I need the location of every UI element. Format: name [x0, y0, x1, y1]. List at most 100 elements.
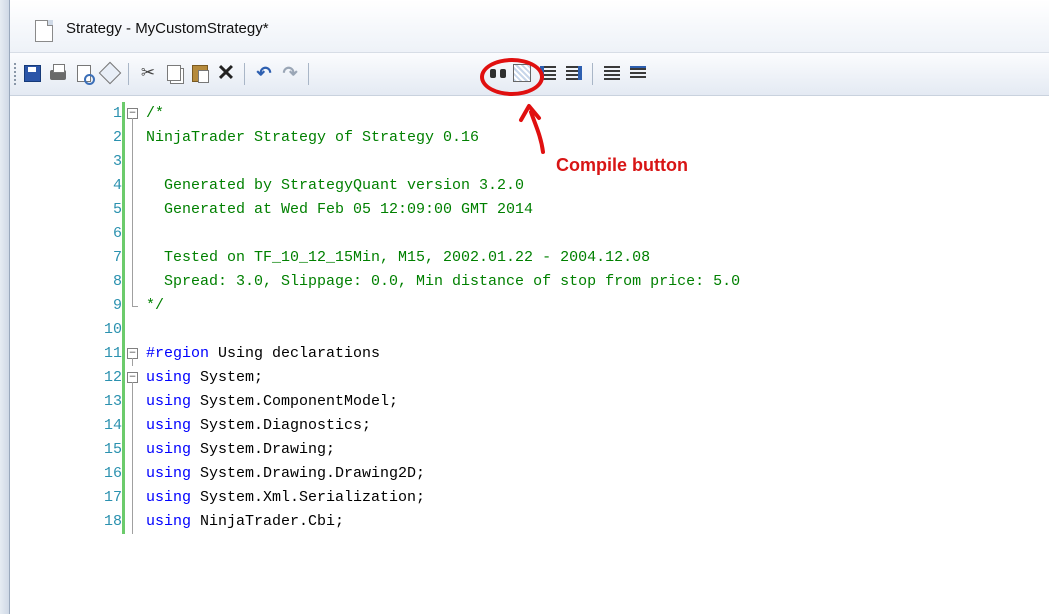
code-text: Generated by StrategyQuant version 3.2.0 — [146, 177, 525, 194]
code-line[interactable]: 13 using System.ComponentModel; — [10, 390, 1049, 414]
outline-line — [132, 246, 133, 270]
paste-icon — [192, 64, 209, 83]
code-text: Generated at Wed Feb 05 12:09:00 GMT 201… — [146, 201, 534, 218]
toolbar-separator — [128, 63, 129, 85]
toolbar-separator — [592, 63, 593, 85]
compile-button-annotation: Compile button — [556, 155, 688, 175]
properties-button[interactable] — [98, 61, 122, 85]
code-text: using System.Drawing; — [146, 438, 335, 462]
code-line[interactable]: 7 Tested on TF_10_12_15Min, M15, 2002.01… — [10, 246, 1049, 270]
outline-line — [132, 294, 133, 306]
code-token: System.Xml.Serialization; — [191, 489, 426, 506]
outline-margin: − — [126, 366, 140, 390]
change-indicator — [122, 414, 125, 438]
code-line[interactable]: 8 Spread: 3.0, Slippage: 0.0, Min distan… — [10, 270, 1049, 294]
comment-lines-button[interactable] — [602, 63, 622, 83]
outline-margin — [126, 486, 140, 510]
line-number: 10 — [103, 321, 122, 338]
outline-margin — [126, 414, 140, 438]
code-token: System.Diagnostics; — [191, 417, 372, 434]
undo-icon: ↶ — [256, 62, 272, 83]
paste-button[interactable] — [190, 63, 210, 83]
line-number: 2 — [112, 129, 122, 146]
delete-icon: ✕ — [216, 60, 236, 85]
keyword: using — [146, 489, 192, 506]
line-number: 14 — [103, 417, 122, 434]
delete-button[interactable]: ✕ — [216, 60, 236, 85]
code-token: Using declarations — [209, 345, 381, 362]
undo-button[interactable]: ↶ — [254, 63, 274, 83]
code-token: System.Drawing; — [191, 441, 336, 458]
outdent-icon — [566, 66, 582, 80]
code-line[interactable]: 4 Generated by StrategyQuant version 3.2… — [10, 174, 1049, 198]
code-line[interactable]: 16 using System.Drawing.Drawing2D; — [10, 462, 1049, 486]
print-icon — [50, 64, 66, 80]
code-line[interactable]: 15 using System.Drawing; — [10, 438, 1049, 462]
code-text: Tested on TF_10_12_15Min, M15, 2002.01.2… — [146, 249, 651, 266]
keyword: using — [146, 441, 192, 458]
outline-line — [132, 438, 133, 462]
code-text: using System.Diagnostics; — [146, 414, 371, 438]
outdent-button[interactable] — [564, 63, 584, 83]
redo-button[interactable]: ↷ — [280, 63, 300, 83]
code-text: NinjaTrader Strategy of Strategy 0.16 — [146, 129, 480, 146]
code-token: System; — [191, 369, 264, 386]
code-line[interactable]: 9 */ — [10, 294, 1049, 318]
code-token: NinjaTrader.Cbi; — [191, 513, 345, 530]
compile-highlight-circle — [480, 58, 544, 96]
code-line[interactable]: 6 — [10, 222, 1049, 246]
line-number: 16 — [103, 465, 122, 482]
outline-margin — [126, 198, 140, 222]
line-number: 18 — [103, 513, 122, 530]
outline-line — [132, 118, 133, 126]
outline-margin — [126, 222, 140, 246]
code-text: using System.Xml.Serialization; — [146, 486, 425, 510]
outline-line — [132, 414, 133, 438]
change-indicator — [122, 294, 125, 318]
window-left-edge — [0, 0, 10, 614]
outline-margin — [126, 390, 140, 414]
keyword: #region — [146, 345, 210, 362]
line-number: 17 — [103, 489, 122, 506]
outline-end — [132, 306, 138, 307]
keyword: using — [146, 417, 192, 434]
code-text: using NinjaTrader.Cbi; — [146, 510, 344, 534]
code-line[interactable]: 5 Generated at Wed Feb 05 12:09:00 GMT 2… — [10, 198, 1049, 222]
save-button[interactable] — [22, 63, 42, 83]
outline-margin — [126, 126, 140, 150]
print-preview-button[interactable] — [74, 63, 95, 85]
change-indicator — [122, 246, 125, 270]
code-text: using System.Drawing.Drawing2D; — [146, 462, 425, 486]
change-indicator — [122, 222, 125, 246]
code-text: #region Using declarations — [146, 342, 380, 366]
code-line[interactable]: 12− using System; — [10, 366, 1049, 390]
code-editor[interactable]: 1 − /* 2 NinjaTrader Strategy of Strategy 0.… — [10, 96, 1049, 614]
toolbar-separator — [244, 63, 245, 85]
outline-line — [132, 486, 133, 510]
code-line[interactable]: 10 — [10, 318, 1049, 342]
cut-button[interactable]: ✂ — [138, 63, 158, 83]
outline-line — [132, 174, 133, 198]
title-bar: Strategy - MyCustomStrategy* — [10, 0, 1049, 53]
code-line[interactable]: 11− #region Using declarations — [10, 342, 1049, 366]
outline-margin — [126, 270, 140, 294]
copy-icon — [167, 65, 181, 81]
code-line[interactable]: 18 using NinjaTrader.Cbi; — [10, 510, 1049, 534]
outline-margin — [126, 438, 140, 462]
keyword: using — [146, 369, 192, 386]
print-button[interactable] — [48, 63, 68, 83]
code-text: Spread: 3.0, Slippage: 0.0, Min distance… — [146, 273, 741, 290]
code-line[interactable]: 14 using System.Diagnostics; — [10, 414, 1049, 438]
outline-line — [132, 510, 133, 534]
uncomment-lines-button[interactable] — [628, 63, 648, 83]
outline-margin — [126, 318, 140, 342]
toolbar-separator — [308, 63, 309, 85]
copy-button[interactable] — [164, 63, 184, 83]
code-text: /* — [146, 105, 165, 122]
change-indicator — [122, 126, 125, 150]
outline-margin — [126, 246, 140, 270]
toolbar-grip[interactable] — [14, 63, 16, 87]
code-line[interactable]: 17 using System.Xml.Serialization; — [10, 486, 1049, 510]
line-number: 11 — [103, 345, 122, 362]
line-number: 1 — [112, 105, 122, 122]
